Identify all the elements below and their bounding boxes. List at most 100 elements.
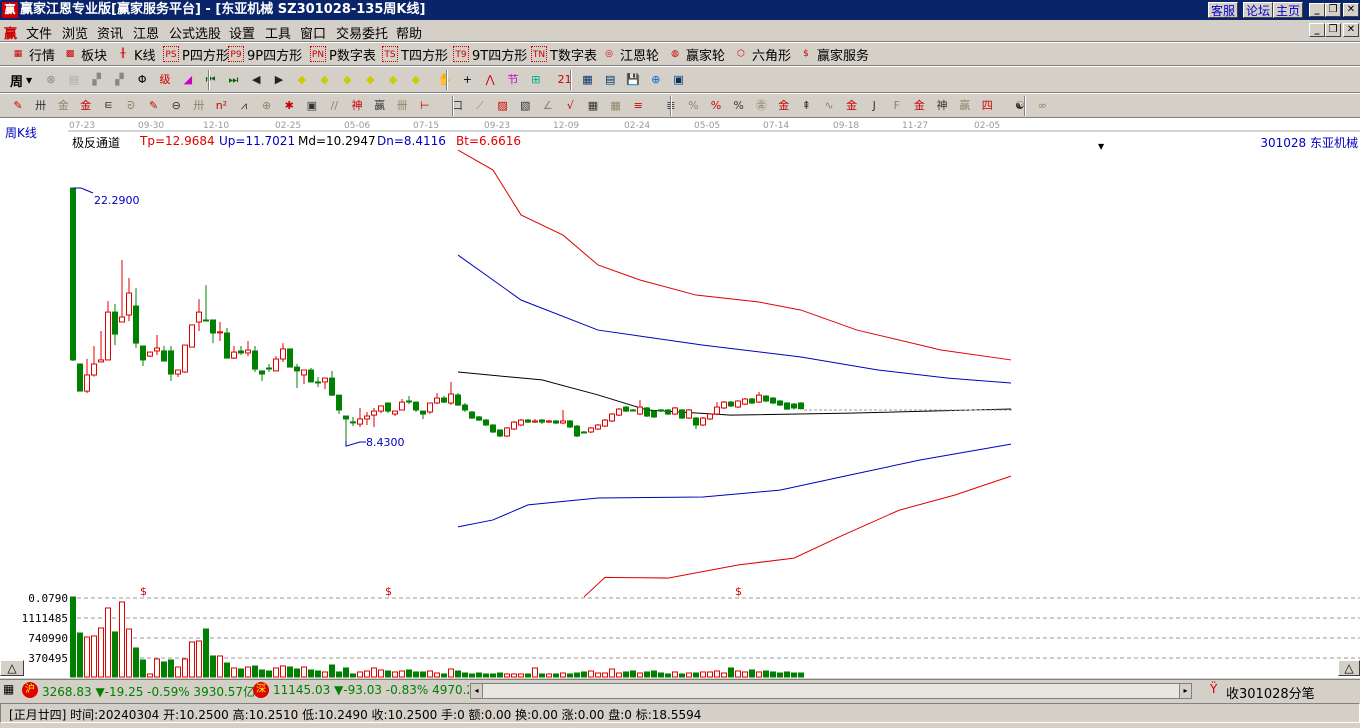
- square-fan-icon[interactable]: ▨: [495, 98, 511, 114]
- kline-chart-panel[interactable]: 周K线 07-23 09-30 12-10 02-25 05-06 07-15 09-23 1…: [0, 118, 1360, 678]
- sine-icon[interactable]: ∿: [821, 98, 837, 114]
- child-restore-icon[interactable]: ❐: [1325, 23, 1341, 37]
- grid3-icon[interactable]: ▦: [608, 98, 624, 114]
- god-icon[interactable]: 神: [349, 98, 365, 114]
- down-icon[interactable]: ◆: [362, 72, 378, 88]
- forum-link[interactable]: 论坛: [1243, 2, 1274, 18]
- win-angle-icon[interactable]: 赢: [957, 98, 973, 114]
- right-icon[interactable]: ◆: [317, 72, 333, 88]
- comb-icon[interactable]: 卌: [394, 98, 410, 114]
- pen-icon[interactable]: ✎: [146, 98, 162, 114]
- square-fan2-icon[interactable]: ▧: [517, 98, 533, 114]
- first-icon[interactable]: ⏮: [203, 72, 219, 88]
- candle-icon[interactable]: Φ: [134, 72, 150, 88]
- f-line-icon[interactable]: F: [889, 98, 905, 114]
- menu-trade[interactable]: 交易委托: [336, 23, 388, 42]
- close-icon[interactable]: ✕: [1343, 3, 1359, 17]
- measure-icon[interactable]: ⊢: [417, 98, 433, 114]
- square-icon[interactable]: ▣: [304, 98, 320, 114]
- toolbar-dollar[interactable]: $ 赢家服务: [798, 44, 869, 64]
- menu-file[interactable]: 文件: [26, 23, 52, 42]
- grid2-icon[interactable]: ▦: [585, 98, 601, 114]
- win-icon[interactable]: 赢: [372, 98, 388, 114]
- toolbar-winner-wheel[interactable]: ◍ 赢家轮: [667, 44, 725, 64]
- toolbar-tn[interactable]: TN T数字表: [531, 44, 597, 64]
- child-minimize-icon[interactable]: _: [1309, 23, 1325, 37]
- toolbar-gann-wheel[interactable]: ◎ 江恩轮: [601, 44, 659, 64]
- notes-icon[interactable]: ▤: [602, 72, 618, 88]
- toolbar-pn[interactable]: PN P数字表: [310, 44, 376, 64]
- scroll-right-icon[interactable]: ▸: [1179, 684, 1191, 698]
- up-icon[interactable]: ◆: [339, 72, 355, 88]
- spiral-icon[interactable]: ᘐ: [123, 98, 139, 114]
- menu-news[interactable]: 资讯: [97, 23, 123, 42]
- shrink-icon[interactable]: ◆: [408, 72, 424, 88]
- fib-icon[interactable]: ㅌ: [100, 98, 116, 114]
- left-icon[interactable]: ◆: [294, 72, 310, 88]
- compass-icon[interactable]: ⊗: [43, 72, 59, 88]
- computer-icon[interactable]: ▣: [671, 72, 687, 88]
- flag-icon[interactable]: ◢: [180, 72, 196, 88]
- homepage-link[interactable]: 主页: [1273, 2, 1304, 18]
- network-icon[interactable]: ⊕: [648, 72, 664, 88]
- gold-bar-icon[interactable]: 金: [844, 98, 860, 114]
- period-selector[interactable]: 周 ▼: [10, 70, 32, 90]
- rocket-icon[interactable]: ⇞: [798, 98, 814, 114]
- scroll-left-icon[interactable]: ◂: [471, 684, 483, 698]
- infinity-icon[interactable]: ∞: [1034, 98, 1050, 114]
- toolbar-kline[interactable]: ╫ K线: [115, 44, 155, 64]
- crosshair-icon[interactable]: +: [459, 72, 475, 88]
- menu-gann[interactable]: 江恩: [133, 23, 159, 42]
- toolbar-blocks[interactable]: ▩ 板块: [62, 44, 107, 64]
- pencil-icon[interactable]: ✎: [10, 98, 26, 114]
- four-angle-icon[interactable]: 四: [979, 98, 995, 114]
- tick-data-label[interactable]: 收301028分笔: [1226, 683, 1315, 702]
- menu-tools[interactable]: 工具: [265, 23, 291, 42]
- toolbar-ts[interactable]: TS T四方形: [382, 44, 448, 64]
- toolbar-hexagon[interactable]: ⬡ 六角形: [733, 44, 791, 64]
- hash-icon[interactable]: 卅: [33, 98, 49, 114]
- menu-settings[interactable]: 设置: [229, 23, 255, 42]
- toolbar-p9[interactable]: P9 9P四方形: [228, 44, 302, 64]
- prev-icon[interactable]: ◀: [248, 72, 264, 88]
- lines-icon[interactable]: ≡: [630, 98, 646, 114]
- expand-panel-right-icon[interactable]: △: [1338, 660, 1360, 676]
- minimize-icon[interactable]: _: [1309, 3, 1325, 17]
- fan-icon[interactable]: ⟋: [472, 98, 488, 114]
- gold-angle-icon[interactable]: 金: [911, 98, 927, 114]
- n2-icon[interactable]: n²: [213, 98, 229, 114]
- hand-icon[interactable]: ✋: [437, 72, 453, 88]
- toolbar-table[interactable]: ▦ 行情: [10, 44, 55, 64]
- menu-help[interactable]: 帮助: [396, 23, 422, 42]
- slash-icon[interactable]: //: [326, 98, 342, 114]
- line-icon[interactable]: ⋀: [482, 72, 498, 88]
- target-icon[interactable]: ⊕: [259, 98, 275, 114]
- gold1-icon[interactable]: 金: [55, 98, 71, 114]
- kline-mode-icon[interactable]: 级: [157, 72, 173, 88]
- customer-service-link[interactable]: 客服: [1208, 2, 1239, 18]
- notepad-icon[interactable]: ▤: [66, 72, 82, 88]
- bar-s-icon[interactable]: ▞: [89, 72, 105, 88]
- angle-icon[interactable]: ⩘: [236, 98, 252, 114]
- joint-icon[interactable]: 节: [505, 72, 521, 88]
- percent-red-icon[interactable]: %: [685, 98, 701, 114]
- gold-line-icon[interactable]: 金: [776, 98, 792, 114]
- last-icon[interactable]: ⏭: [225, 72, 241, 88]
- expand-panel-up-icon[interactable]: △: [0, 660, 24, 676]
- save-icon[interactable]: 💾: [625, 72, 641, 88]
- god-angle-icon[interactable]: 神: [934, 98, 950, 114]
- menu-formula[interactable]: 公式选股: [169, 23, 221, 42]
- child-close-icon[interactable]: ✕: [1343, 23, 1359, 37]
- ticker-scrollbar[interactable]: ◂ ▸: [470, 683, 1192, 699]
- j-line-icon[interactable]: J: [866, 98, 882, 114]
- toolbar-t9[interactable]: T9 9T四方形: [453, 44, 527, 64]
- percent-line-icon[interactable]: %: [731, 98, 747, 114]
- parallel-icon[interactable]: 卅: [191, 98, 207, 114]
- angle-line-icon[interactable]: ∠: [540, 98, 556, 114]
- star-icon[interactable]: ✱: [281, 98, 297, 114]
- grid-icon[interactable]: ⊞: [528, 72, 544, 88]
- gold-circle-icon[interactable]: ㊎: [753, 98, 769, 114]
- table-icon[interactable]: ▦: [3, 682, 14, 696]
- wave-icon[interactable]: √: [562, 98, 578, 114]
- menu-window[interactable]: 窗口: [300, 23, 326, 42]
